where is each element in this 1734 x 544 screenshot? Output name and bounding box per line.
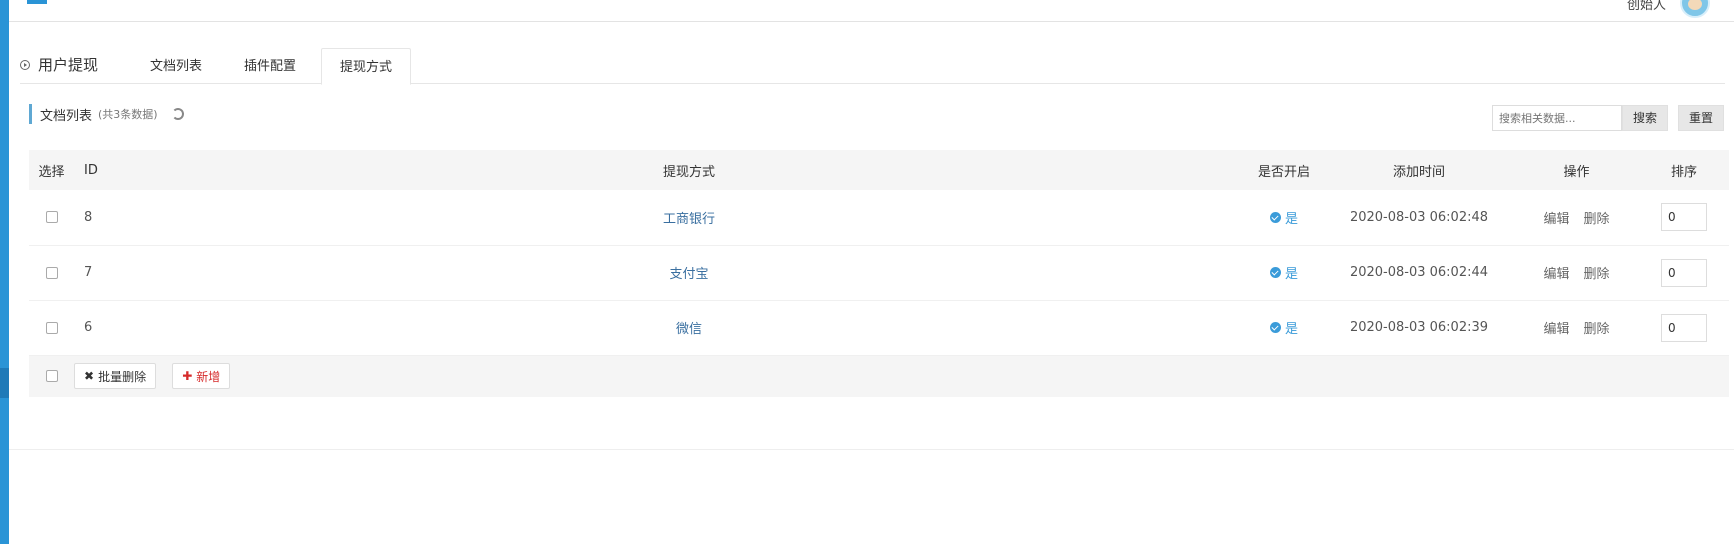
header-sort: 排序 xyxy=(1639,150,1729,190)
search-button[interactable]: 搜索 xyxy=(1622,105,1669,131)
logo-mark xyxy=(27,0,47,4)
method-name[interactable]: 工商银行 xyxy=(663,212,715,227)
sort-input[interactable] xyxy=(1661,258,1707,287)
row-time: 2020-08-03 06:02:39 xyxy=(1324,300,1514,356)
row-time: 2020-08-03 06:02:44 xyxy=(1324,245,1514,301)
sidebar-active-marker xyxy=(0,368,9,398)
left-sidebar-strip xyxy=(0,0,9,544)
delete-link[interactable]: 删除 xyxy=(1584,267,1610,282)
page-background xyxy=(9,450,1734,544)
reset-button[interactable]: 重置 xyxy=(1678,105,1725,131)
enabled-label: 是 xyxy=(1284,322,1298,337)
select-all-checkbox[interactable] xyxy=(45,370,58,383)
header-time: 添加时间 xyxy=(1324,150,1514,190)
header-operations: 操作 xyxy=(1514,150,1639,190)
sort-input[interactable] xyxy=(1661,203,1707,232)
batch-delete-button[interactable]: ✖ 批量删除 xyxy=(74,363,157,390)
check-circle-icon xyxy=(1269,267,1281,278)
play-circle-icon xyxy=(20,59,30,70)
table-row: 7 支付宝 是 2020-08-03 06:02:44 编辑 删除 xyxy=(29,245,1729,301)
table-footer-row: ✖ 批量删除 ✚ 新增 xyxy=(29,355,1729,397)
method-name[interactable]: 微信 xyxy=(676,322,702,337)
tab-withdraw-methods[interactable]: 提现方式 xyxy=(321,48,412,85)
enabled-label: 是 xyxy=(1284,267,1298,282)
enabled-label: 是 xyxy=(1284,211,1298,227)
plus-icon: ✚ xyxy=(182,369,193,384)
table-header-row: 选择 ID 提现方式 是否开启 添加时间 操作 排序 xyxy=(29,150,1729,190)
row-id: 6 xyxy=(74,300,134,356)
row-checkbox[interactable] xyxy=(45,211,58,224)
edit-link[interactable]: 编辑 xyxy=(1543,322,1569,337)
refresh-icon[interactable] xyxy=(171,108,184,120)
header-method: 提现方式 xyxy=(134,150,1244,190)
user-name[interactable]: 创始人 xyxy=(1627,0,1666,12)
sort-input[interactable] xyxy=(1661,313,1707,342)
section-title: 文档列表 xyxy=(40,108,93,124)
header-enabled: 是否开启 xyxy=(1244,150,1324,190)
avatar-face xyxy=(1688,0,1702,10)
edit-link[interactable]: 编辑 xyxy=(1543,212,1569,227)
avatar[interactable] xyxy=(1680,0,1710,18)
check-circle-icon xyxy=(1269,211,1281,223)
enabled-status[interactable]: 是 xyxy=(1269,263,1298,282)
top-bar: 创始人 xyxy=(9,0,1734,22)
header-id: ID xyxy=(74,150,134,190)
delete-link[interactable]: 删除 xyxy=(1584,322,1610,337)
edit-link[interactable]: 编辑 xyxy=(1543,267,1569,282)
add-button[interactable]: ✚ 新增 xyxy=(172,363,231,390)
tab-bar: 用户提现 文档列表 插件配置 提现方式 xyxy=(20,26,1725,85)
tab-plugin-config[interactable]: 插件配置 xyxy=(226,48,314,85)
page-title-text: 用户提现 xyxy=(38,56,99,74)
row-checkbox[interactable] xyxy=(45,266,58,279)
enabled-status[interactable]: 是 xyxy=(1269,208,1298,227)
search-input[interactable] xyxy=(1492,105,1622,131)
tab-document-list[interactable]: 文档列表 xyxy=(132,48,220,85)
row-checkbox[interactable] xyxy=(45,321,58,334)
row-id: 8 xyxy=(74,190,134,246)
add-label: 新增 xyxy=(196,369,221,384)
batch-delete-label: 批量删除 xyxy=(98,369,147,384)
section-header: 文档列表 (共3条数据) xyxy=(29,104,184,124)
table-row: 6 微信 是 2020-08-03 06:02:39 编辑 删除 xyxy=(29,300,1729,356)
check-circle-icon xyxy=(1269,322,1281,333)
header-select: 选择 xyxy=(29,150,74,190)
record-count: (共3条数据) xyxy=(98,108,158,121)
row-time: 2020-08-03 06:02:48 xyxy=(1324,190,1514,246)
row-id: 7 xyxy=(74,245,134,301)
enabled-status[interactable]: 是 xyxy=(1269,318,1298,337)
page-title: 用户提现 xyxy=(20,54,98,75)
close-icon: ✖ xyxy=(84,369,95,384)
table-row: 8 工商银行 是 2020-08-03 06:02:48 编辑 删除 xyxy=(29,190,1729,246)
withdraw-methods-table: 选择 ID 提现方式 是否开启 添加时间 操作 排序 8 工商银行 是 2020… xyxy=(29,150,1729,397)
delete-link[interactable]: 删除 xyxy=(1584,212,1610,227)
method-name[interactable]: 支付宝 xyxy=(669,267,708,282)
